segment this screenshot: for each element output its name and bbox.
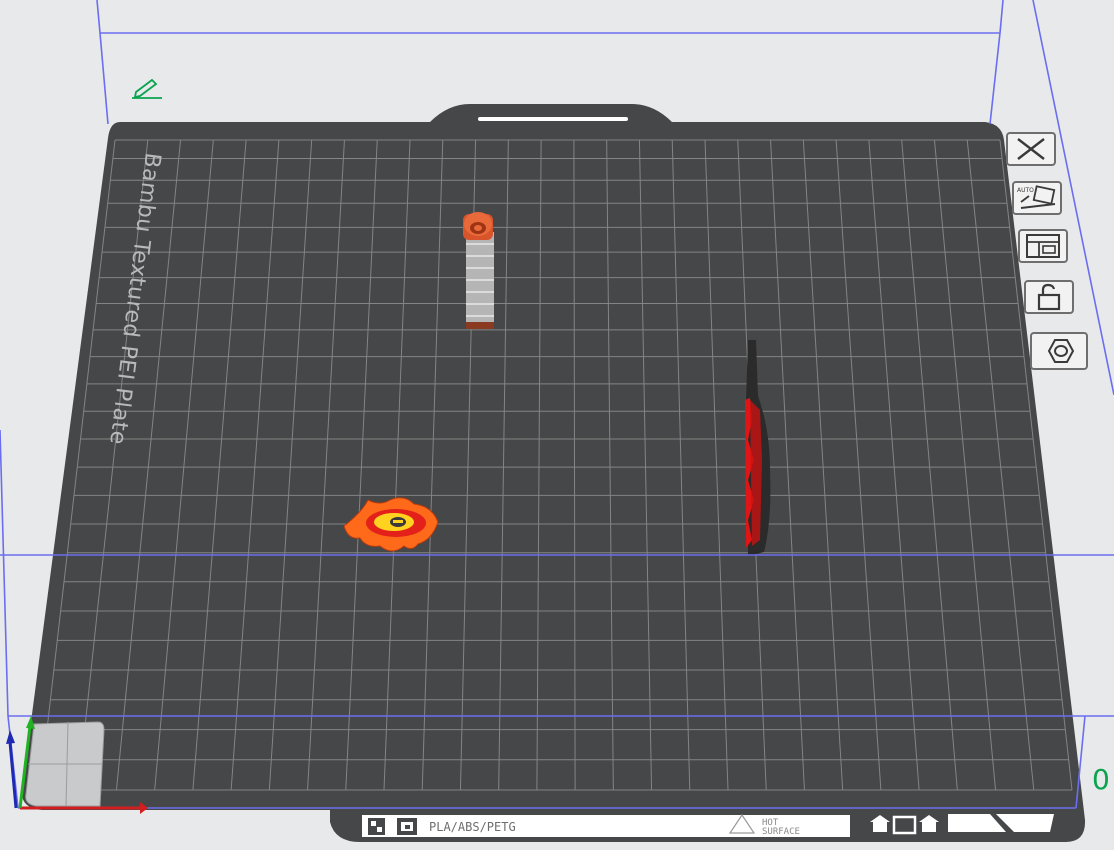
arrange-objects-button[interactable] bbox=[1018, 229, 1068, 263]
origin-corner-tile bbox=[25, 721, 105, 807]
pencil-icon bbox=[132, 78, 162, 99]
plate-number[interactable]: 0 bbox=[1092, 763, 1110, 796]
svg-text:AUTO: AUTO bbox=[1017, 187, 1034, 194]
build-plate[interactable] bbox=[21, 104, 1086, 842]
remove-plate-button[interactable] bbox=[1006, 132, 1056, 166]
lock-plate-button[interactable] bbox=[1024, 280, 1074, 314]
hexagon-settings-icon bbox=[1047, 339, 1075, 363]
edit-plate-name-button[interactable] bbox=[130, 76, 164, 100]
layout-icon bbox=[1026, 234, 1060, 258]
filament-label: PLA/ABS/PETG bbox=[429, 820, 516, 834]
close-icon bbox=[1017, 138, 1045, 160]
tower-object[interactable] bbox=[463, 212, 494, 329]
plate-settings-button[interactable] bbox=[1030, 332, 1088, 370]
3d-viewport[interactable]: Bambu Textured PEI Plate PLA/ABS/PETG HO… bbox=[0, 0, 1114, 850]
auto-orient-icon: AUTO bbox=[1017, 185, 1056, 209]
unlock-icon bbox=[1037, 283, 1061, 311]
plate-tab-handle bbox=[478, 117, 628, 121]
auto-orient-button[interactable]: AUTO bbox=[1012, 181, 1062, 215]
surface-label: SURFACE bbox=[762, 827, 800, 837]
